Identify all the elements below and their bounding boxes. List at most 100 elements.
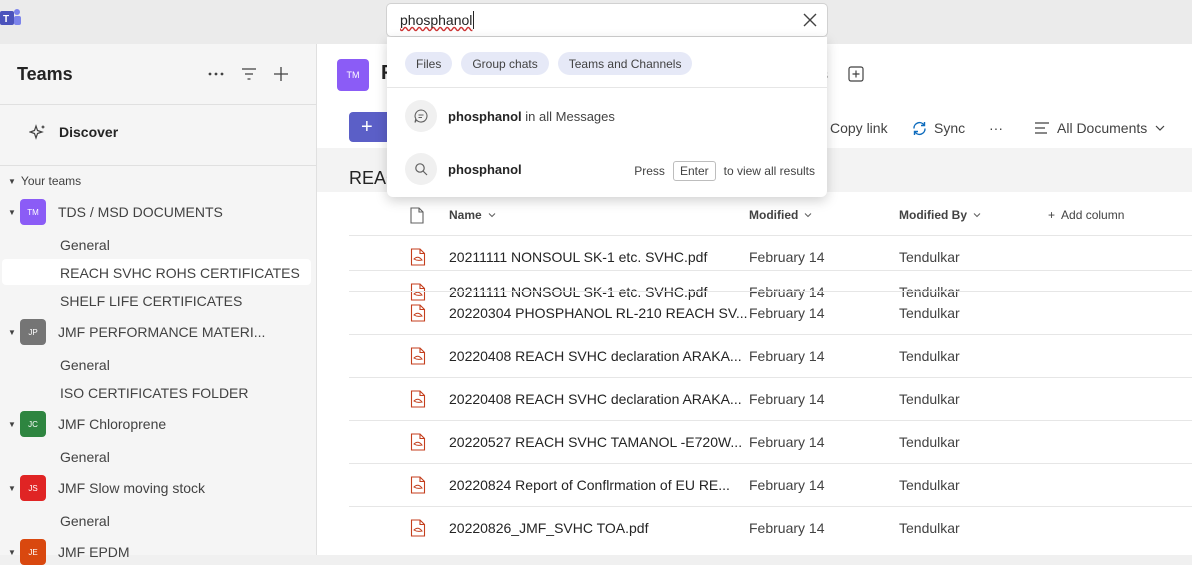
column-header-name[interactable]: Name [449, 208, 497, 222]
team-item[interactable]: ▼ JC JMF Chloroprene [8, 411, 166, 437]
table-row[interactable]: 20220304 PHOSPHANOL RL-210 REACH SV... F… [349, 291, 1192, 335]
view-selector[interactable]: All Documents [1034, 119, 1166, 137]
table-row[interactable]: 20220527 REACH SVHC TAMANOL -E720W... Fe… [349, 420, 1192, 464]
channel-item[interactable]: General [60, 449, 110, 465]
table-row[interactable]: 20220826_JMF_SVHC TOA.pdf February 14 Te… [349, 506, 1192, 550]
sidebar-header: Teams [0, 44, 316, 105]
channel-item[interactable]: General [60, 357, 110, 373]
file-name[interactable]: 20220304 PHOSPHANOL RL-210 REACH SV... [449, 305, 748, 321]
file-name[interactable]: 20220824 Report of Conflrmation of EU RE… [449, 477, 730, 493]
channel-avatar: TM [337, 59, 369, 91]
channel-item[interactable]: ISO CERTIFICATES FOLDER [60, 385, 249, 401]
chevron-down-icon: ▼ [8, 547, 16, 557]
more-options-icon[interactable] [207, 65, 225, 83]
svg-text:T: T [3, 14, 9, 25]
filter-icon[interactable] [240, 65, 258, 83]
team-name: JMF Chloroprene [58, 416, 167, 432]
team-avatar: TM [20, 199, 46, 225]
channel-item[interactable]: SHELF LIFE CERTIFICATES [60, 293, 242, 309]
add-column-label: Add column [1061, 208, 1125, 222]
column-header-modified[interactable]: Modified [749, 208, 813, 222]
team-name: JMF PERFORMANCE MATERI... [58, 324, 266, 340]
file-name[interactable]: 20220826_JMF_SVHC TOA.pdf [449, 520, 649, 536]
column-label: Modified [749, 208, 799, 222]
team-item[interactable]: ▼ JS JMF Slow moving stock [8, 475, 205, 501]
chip-files[interactable]: Files [405, 52, 453, 75]
table-row[interactable]: 20220408 REACH SVHC declaration ARAKA...… [349, 334, 1192, 378]
channel-item[interactable]: General [60, 513, 110, 529]
search-messages-suggestion[interactable]: phosphanol in all Messages [405, 100, 815, 132]
file-name[interactable]: 20220408 REACH SVHC declaration ARAKA... [449, 348, 742, 364]
copy-link-button[interactable]: Copy link [830, 119, 888, 137]
pdf-file-icon [410, 304, 426, 322]
chevron-down-icon [973, 213, 981, 218]
enter-key: Enter [672, 161, 716, 181]
search-input[interactable]: phosphanol [400, 12, 472, 28]
column-label: Modified By [899, 208, 967, 222]
plus-icon: + [361, 116, 373, 138]
file-modified-by: Tendulkar [899, 348, 960, 364]
file-modified-by: Tendulkar [899, 391, 960, 407]
team-avatar: JS [20, 475, 46, 501]
chip-group-chats[interactable]: Group chats [461, 52, 549, 75]
more-options-button[interactable]: ··· [989, 119, 1003, 137]
discover-button[interactable]: Discover [29, 122, 118, 142]
team-avatar: JC [20, 411, 46, 437]
file-name[interactable]: 20211111 NONSOUL SK-1 etc. SVHC.pdf [449, 249, 707, 265]
chevron-down-icon [1155, 125, 1165, 131]
new-button[interactable]: + [349, 112, 389, 142]
add-icon[interactable] [272, 65, 290, 83]
file-modified-by: Tendulkar [899, 305, 960, 321]
pdf-file-icon [410, 347, 426, 365]
view-label: All Documents [1057, 120, 1148, 136]
team-item[interactable]: ▼ JE JMF EPDM [8, 539, 130, 565]
add-tab-icon[interactable] [848, 66, 864, 82]
file-modified: February 14 [749, 391, 825, 407]
file-modified-by: Tendulkar [899, 520, 960, 536]
pdf-file-icon [410, 248, 426, 266]
suggestion-text: phosphanol in all Messages [448, 109, 615, 124]
discover-label: Discover [59, 124, 119, 140]
team-name: JMF Slow moving stock [58, 480, 206, 496]
table-row[interactable]: 20220824 Report of Conflrmation of EU RE… [349, 463, 1192, 507]
team-avatar: JP [20, 319, 46, 345]
file-modified: February 14 [749, 348, 825, 364]
team-item[interactable]: ▼ JP JMF PERFORMANCE MATERI... [8, 319, 265, 345]
text-caret [473, 11, 474, 29]
sync-button[interactable]: Sync [911, 119, 965, 137]
channel-item[interactable]: General [60, 237, 110, 253]
file-modified-by: Tendulkar [899, 477, 960, 493]
sidebar-divider [0, 165, 316, 166]
enter-hint: Press Enter to view all results [634, 161, 815, 181]
file-type-icon [410, 207, 424, 224]
teams-logo-icon[interactable]: T [0, 6, 22, 32]
chip-teams-and-channels[interactable]: Teams and Channels [557, 52, 693, 75]
query-text: phosphanol [448, 162, 522, 177]
column-label: Name [449, 208, 482, 222]
search-all-results-row[interactable]: phosphanol Press Enter to view all resul… [405, 153, 815, 185]
file-name[interactable]: 20220408 REACH SVHC declaration ARAKA... [449, 391, 742, 407]
sync-icon [913, 121, 926, 135]
file-name[interactable]: 20220527 REACH SVHC TAMANOL -E720W... [449, 434, 742, 450]
file-modified: February 14 [749, 477, 825, 493]
plus-icon: + [1048, 208, 1056, 222]
team-name: TDS / MSD DOCUMENTS [58, 204, 223, 220]
pdf-file-icon [410, 519, 426, 537]
hint-suffix: to view all results [723, 164, 815, 178]
search-suggestions-dropdown: Files Group chats Teams and Channels pho… [387, 37, 827, 197]
list-view-icon [1035, 122, 1049, 134]
sidebar-title: Teams [17, 64, 73, 84]
column-header-modified-by[interactable]: Modified By [899, 208, 982, 222]
chevron-down-icon [804, 213, 812, 218]
file-modified: February 14 [749, 434, 825, 450]
add-column-button[interactable]: + Add column [1048, 208, 1124, 222]
close-icon[interactable] [801, 11, 819, 29]
table-row[interactable]: 20220408 REACH SVHC declaration ARAKA...… [349, 377, 1192, 421]
search-box[interactable]: phosphanol [387, 4, 827, 36]
suggestion-suffix: in all Messages [521, 108, 615, 124]
search-scope-chips: Files Group chats Teams and Channels [405, 52, 693, 75]
team-item[interactable]: ▼ TM TDS / MSD DOCUMENTS [8, 199, 223, 225]
channel-item-selected[interactable]: REACH SVHC ROHS CERTIFICATES [60, 265, 300, 281]
copy-link-label: Copy link [830, 120, 888, 136]
your-teams-section[interactable]: ▼ Your teams [8, 174, 81, 188]
